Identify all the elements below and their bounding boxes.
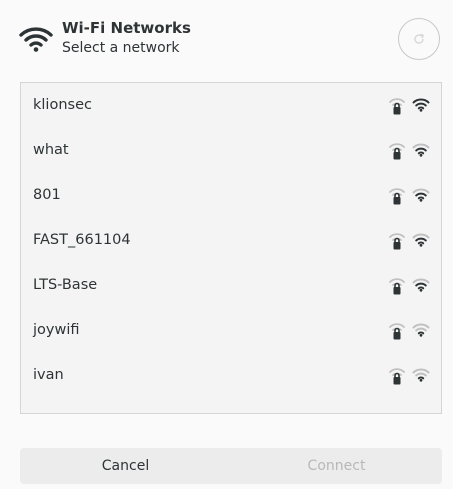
wifi-lock-icon	[389, 368, 405, 385]
signal-strength-icon	[412, 323, 430, 337]
wifi-lock-icon	[389, 143, 405, 160]
wifi-lock-icon	[389, 98, 405, 115]
partial-row	[21, 407, 441, 414]
network-row[interactable]: what	[21, 128, 441, 173]
refresh-button[interactable]	[398, 18, 440, 60]
network-name: klionsec	[33, 97, 92, 113]
connect-button[interactable]: Connect	[231, 448, 442, 484]
wifi-lock-icon	[389, 233, 405, 250]
wifi-lock-icon	[389, 323, 405, 340]
dialog-header: Wi-Fi Networks Select a network	[0, 0, 453, 70]
wifi-dialog: Wi-Fi Networks Select a network klionsec…	[0, 0, 453, 489]
signal-strength-icon	[412, 98, 430, 112]
network-row[interactable]: klionsec	[21, 83, 441, 128]
network-list[interactable]: klionsec what 801 FAST_661104 LTS-Base joywif…	[20, 82, 442, 414]
network-name: ivan	[33, 367, 64, 383]
network-name: FAST_661104	[33, 232, 131, 248]
signal-strength-icon	[412, 278, 430, 292]
signal-strength-icon	[412, 188, 430, 202]
network-row[interactable]: joywifi	[21, 308, 441, 353]
signal-strength-icon	[412, 368, 430, 382]
dialog-subtitle: Select a network	[62, 40, 180, 56]
network-row[interactable]: LTS-Base	[21, 263, 441, 308]
network-row[interactable]: FAST_661104	[21, 218, 441, 263]
signal-strength-icon	[412, 233, 430, 247]
wifi-lock-icon	[389, 278, 405, 295]
signal-strength-icon	[412, 143, 430, 157]
dialog-title: Wi-Fi Networks	[62, 19, 191, 37]
cancel-button[interactable]: Cancel	[20, 448, 231, 484]
network-row[interactable]: ivan	[21, 353, 441, 398]
wifi-lock-icon-partial	[388, 413, 406, 414]
network-row[interactable]: 801	[21, 173, 441, 218]
network-name: joywifi	[33, 322, 80, 338]
network-name: LTS-Base	[33, 277, 98, 293]
wifi-icon	[19, 27, 53, 52]
network-name: 801	[33, 187, 61, 203]
dialog-footer: Cancel Connect	[20, 448, 442, 484]
network-name: what	[33, 142, 69, 158]
wifi-lock-icon	[389, 188, 405, 205]
refresh-icon	[414, 33, 425, 44]
